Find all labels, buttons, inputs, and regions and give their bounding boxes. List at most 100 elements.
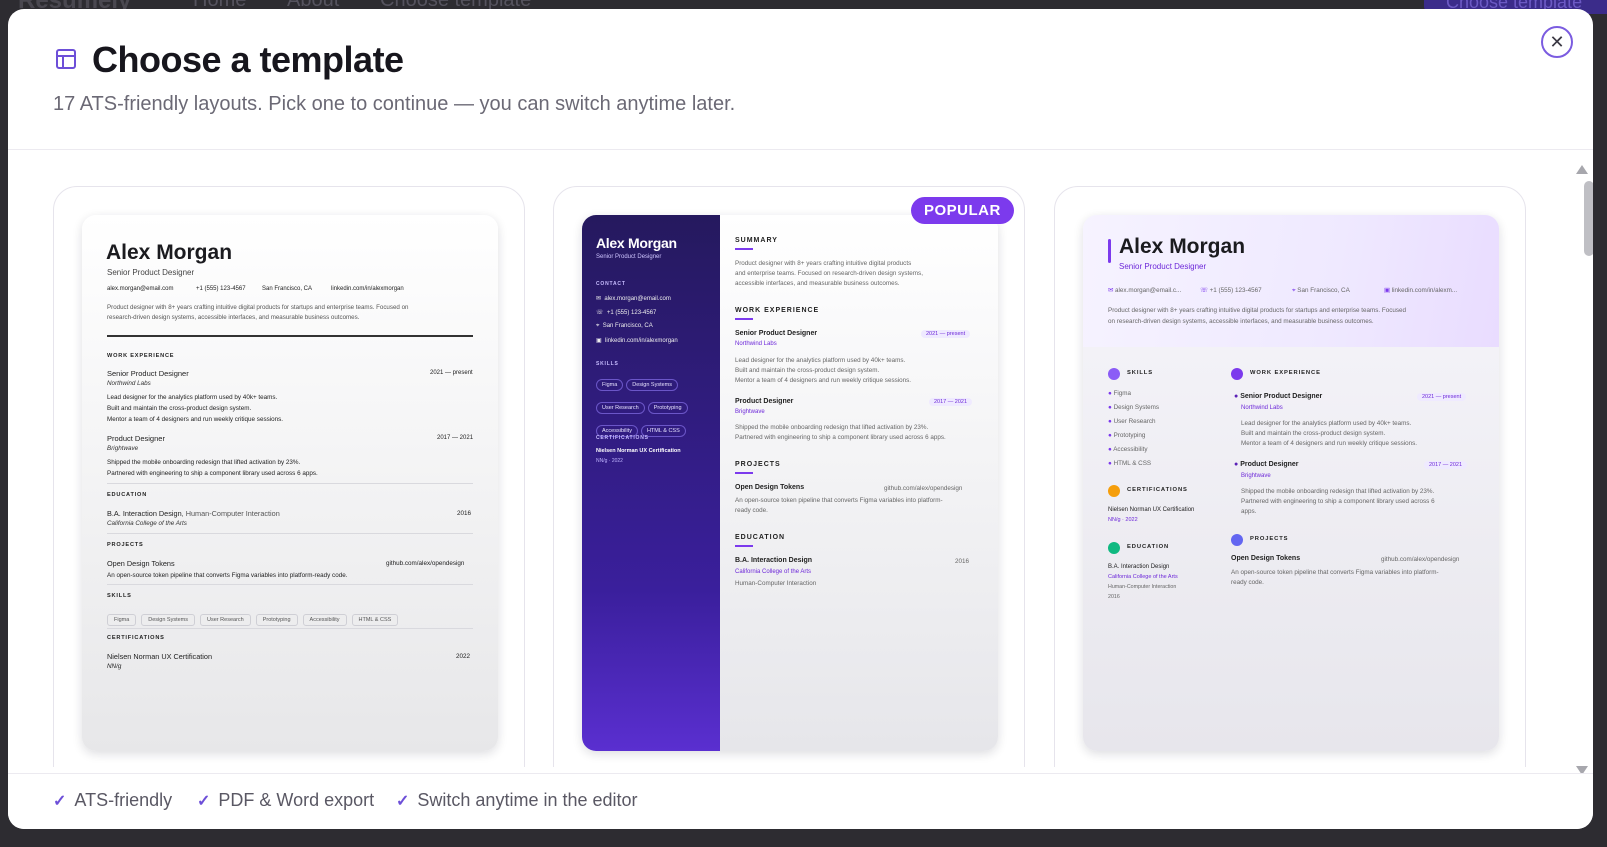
- summary-line: accessible interfaces, and measurable bu…: [735, 280, 900, 287]
- resume-phone: +1 (555) 123-4567: [196, 286, 246, 292]
- template-card-modern[interactable]: Alex Morgan Senior Product Designer ✉ al…: [1054, 186, 1526, 767]
- resume-email: ✉ alex.morgan@email.c...: [1108, 287, 1182, 294]
- edu-school: California College of the Arts: [735, 569, 812, 575]
- cert-year: 2022: [456, 653, 471, 660]
- skill-item: ● Accessibility: [1108, 446, 1148, 453]
- divider: [107, 628, 473, 629]
- job2-title: ● Product Designer: [1234, 461, 1299, 468]
- section-certifications: CERTIFICATIONS: [107, 635, 165, 641]
- skill-chip: Prototyping: [647, 402, 688, 414]
- job1-bullet: Lead designer for the analytics platform…: [1241, 420, 1412, 427]
- cert-name: Nielsen Norman UX Certification: [596, 448, 681, 454]
- job2-bullet: Shipped the mobile onboarding redesign t…: [107, 459, 301, 466]
- edu-degree: B.A. Interaction Design, Human-Computer …: [107, 509, 280, 518]
- section-underline: [735, 545, 753, 547]
- job1-bullet: Lead designer for the analytics platform…: [107, 394, 278, 401]
- skill-item: ● User Research: [1108, 418, 1156, 425]
- section-work: WORK EXPERIENCE: [735, 307, 820, 314]
- skill-chip: Accessibility: [302, 614, 347, 626]
- layout-template-icon: [56, 49, 76, 69]
- skills-chips: Figma Design Systems User Research Prototyp…: [107, 608, 403, 626]
- job1-title: Senior Product Designer: [107, 369, 189, 378]
- resume-name: Alex Morgan: [1119, 235, 1246, 258]
- job2-bullet: Partnered with engineering to ship a com…: [107, 470, 318, 477]
- job2-bullet: Partnered with engineering to ship a com…: [735, 434, 946, 441]
- scroll-up-icon[interactable]: [1576, 165, 1588, 174]
- modal-subtitle: 17 ATS-friendly layouts. Pick one to con…: [53, 93, 736, 115]
- skill-item: ● Prototyping: [1108, 432, 1146, 439]
- section-projects: PROJECTS: [735, 461, 781, 468]
- section-certifications: CERTIFICATIONS: [596, 435, 649, 441]
- job2-title: Product Designer: [735, 398, 794, 405]
- skill-chip: User Research: [200, 614, 251, 626]
- section-education: EDUCATION: [1127, 544, 1170, 550]
- section-education: EDUCATION: [107, 492, 148, 498]
- job1-dates: 2021 — present: [1417, 393, 1467, 401]
- resume-name: Alex Morgan: [106, 241, 233, 264]
- skills-chips: Figma Design Systems User Research Prototyp…: [596, 373, 716, 442]
- template-card-sidebar[interactable]: Alex Morgan Senior Product Designer CONT…: [553, 186, 1025, 767]
- popular-badge: POPULAR: [911, 197, 1014, 224]
- resume-location: San Francisco, CA: [262, 286, 313, 292]
- section-skills: SKILLS: [596, 361, 619, 367]
- feature-ats: ✓ ATS-friendly: [53, 790, 173, 810]
- job2-company: Brightwave: [107, 445, 139, 452]
- projects-icon: [1231, 534, 1243, 546]
- job2-company: Brightwave: [1241, 473, 1271, 479]
- template-modal: Choose a template 17 ATS-friendly layout…: [8, 9, 1593, 829]
- resume-email: alex.morgan@email.com: [107, 286, 174, 292]
- project-desc: ready code.: [1231, 579, 1264, 586]
- job2-dates: 2017 — 2021: [437, 435, 474, 441]
- project-name: Open Design Tokens: [1231, 555, 1301, 562]
- modal-footer: ✓ ATS-friendly ✓ PDF & Word export ✓ Switch…: [8, 773, 1593, 829]
- skill-chip: HTML & CSS: [351, 614, 399, 626]
- section-summary: SUMMARY: [735, 237, 778, 244]
- job2-dates: 2017 — 2021: [929, 398, 973, 406]
- template-grid[interactable]: Alex Morgan Senior Product Designer alex…: [8, 150, 1568, 767]
- certifications-icon: [1108, 485, 1120, 497]
- resume-role: Senior Product Designer: [1119, 262, 1207, 271]
- cert-org: NN/g · 2022: [596, 458, 623, 464]
- job1-bullet: Mentor a team of 4 designers and run wee…: [107, 416, 284, 423]
- section-underline: [735, 472, 753, 474]
- template-card-classic[interactable]: Alex Morgan Senior Product Designer alex…: [53, 186, 525, 767]
- template-preview-classic: Alex Morgan Senior Product Designer alex…: [82, 215, 498, 751]
- job1-bullet: Lead designer for the analytics platform…: [735, 357, 906, 364]
- edu-year: 2016: [1108, 594, 1120, 600]
- skill-item: ● HTML & CSS: [1108, 460, 1152, 467]
- job2-bullet: Shipped the mobile onboarding redesign t…: [1241, 488, 1435, 495]
- section-projects: PROJECTS: [1250, 536, 1289, 542]
- section-skills: SKILLS: [1127, 370, 1154, 376]
- job1-title: ● Senior Product Designer: [1234, 393, 1323, 400]
- section-underline: [735, 318, 753, 320]
- job1-company: Northwind Labs: [735, 341, 777, 347]
- contact-linkedin: ▣ linkedin.com/in/alexmorgan: [596, 338, 678, 344]
- job2-bullet: Partnered with engineering to ship a com…: [1241, 498, 1435, 505]
- scrollbar-thumb[interactable]: [1584, 181, 1593, 256]
- skill-chip: Design Systems: [141, 614, 196, 626]
- edu-major: Human-Computer Interaction: [735, 580, 817, 587]
- check-icon: ✓: [396, 792, 410, 810]
- job2-bullet: apps.: [1241, 508, 1257, 515]
- divider: [107, 533, 473, 534]
- summary-line: on research-driven design systems, acces…: [1108, 318, 1374, 325]
- section-underline: [735, 248, 753, 250]
- section-education: EDUCATION: [735, 534, 786, 541]
- skill-chip: Prototyping: [255, 614, 298, 626]
- project-desc: ready code.: [735, 507, 768, 514]
- skill-chip: Figma: [596, 379, 624, 391]
- project-url: github.com/alex/opendesign: [1381, 556, 1460, 563]
- education-icon: [1108, 542, 1120, 554]
- resume-role: Senior Product Designer: [107, 268, 195, 277]
- cert-org: NN/g · 2022: [1108, 517, 1138, 523]
- feature-export: ✓ PDF & Word export: [197, 790, 375, 810]
- job1-bullet: Built and maintain the cross-product des…: [107, 405, 252, 412]
- resume-linkedin: ▣ linkedin.com/in/alexm...: [1384, 287, 1458, 294]
- close-button[interactable]: ✕: [1541, 26, 1573, 58]
- cert-name: Nielsen Norman UX Certification: [107, 652, 213, 661]
- resume-role: Senior Product Designer: [596, 254, 662, 260]
- job1-company: Northwind Labs: [107, 380, 151, 387]
- modal-title: Choose a template: [92, 39, 404, 80]
- section-work: WORK EXPERIENCE: [1250, 370, 1321, 376]
- work-icon: [1231, 368, 1243, 380]
